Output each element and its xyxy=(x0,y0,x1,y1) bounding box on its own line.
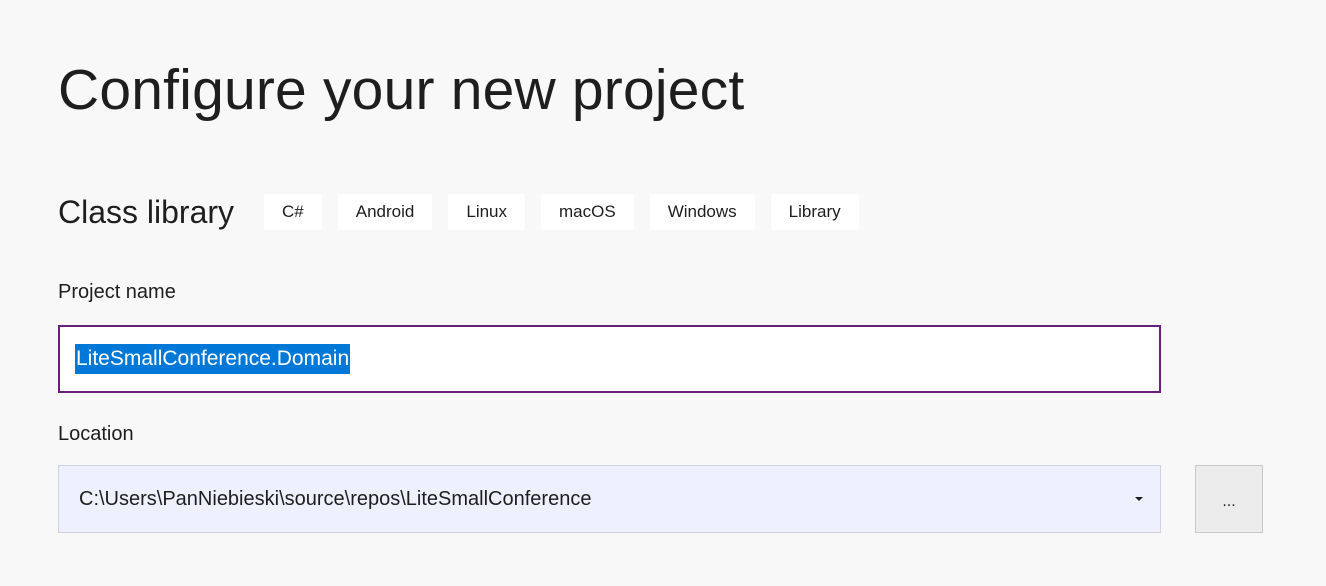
tag-linux: Linux xyxy=(448,194,526,230)
tag-macos: macOS xyxy=(541,194,634,230)
project-name-input[interactable]: LiteSmallConference.Domain xyxy=(58,325,1161,393)
tag-windows: Windows xyxy=(649,194,755,230)
page-title: Configure your new project xyxy=(58,58,745,122)
project-name-value: LiteSmallConference.Domain xyxy=(75,344,351,374)
template-tags: C# Android Linux macOS Windows Library xyxy=(264,194,875,230)
chevron-down-icon xyxy=(1135,497,1143,501)
configure-project-page: Configure your new project Class library… xyxy=(0,0,1326,586)
location-combobox[interactable]: C:\Users\PanNiebieski\source\repos\LiteS… xyxy=(58,465,1161,533)
tag-library: Library xyxy=(770,194,859,230)
browse-location-button[interactable]: ... xyxy=(1195,465,1263,533)
template-summary: Class library C# Android Linux macOS Win… xyxy=(58,192,875,232)
tag-android: Android xyxy=(337,194,433,230)
template-name: Class library xyxy=(58,194,235,230)
location-label: Location xyxy=(58,423,134,445)
location-dropdown-button[interactable] xyxy=(1118,466,1160,532)
project-name-label: Project name xyxy=(58,281,176,303)
tag-csharp: C# xyxy=(264,194,322,230)
location-value: C:\Users\PanNiebieski\source\repos\LiteS… xyxy=(79,487,592,510)
